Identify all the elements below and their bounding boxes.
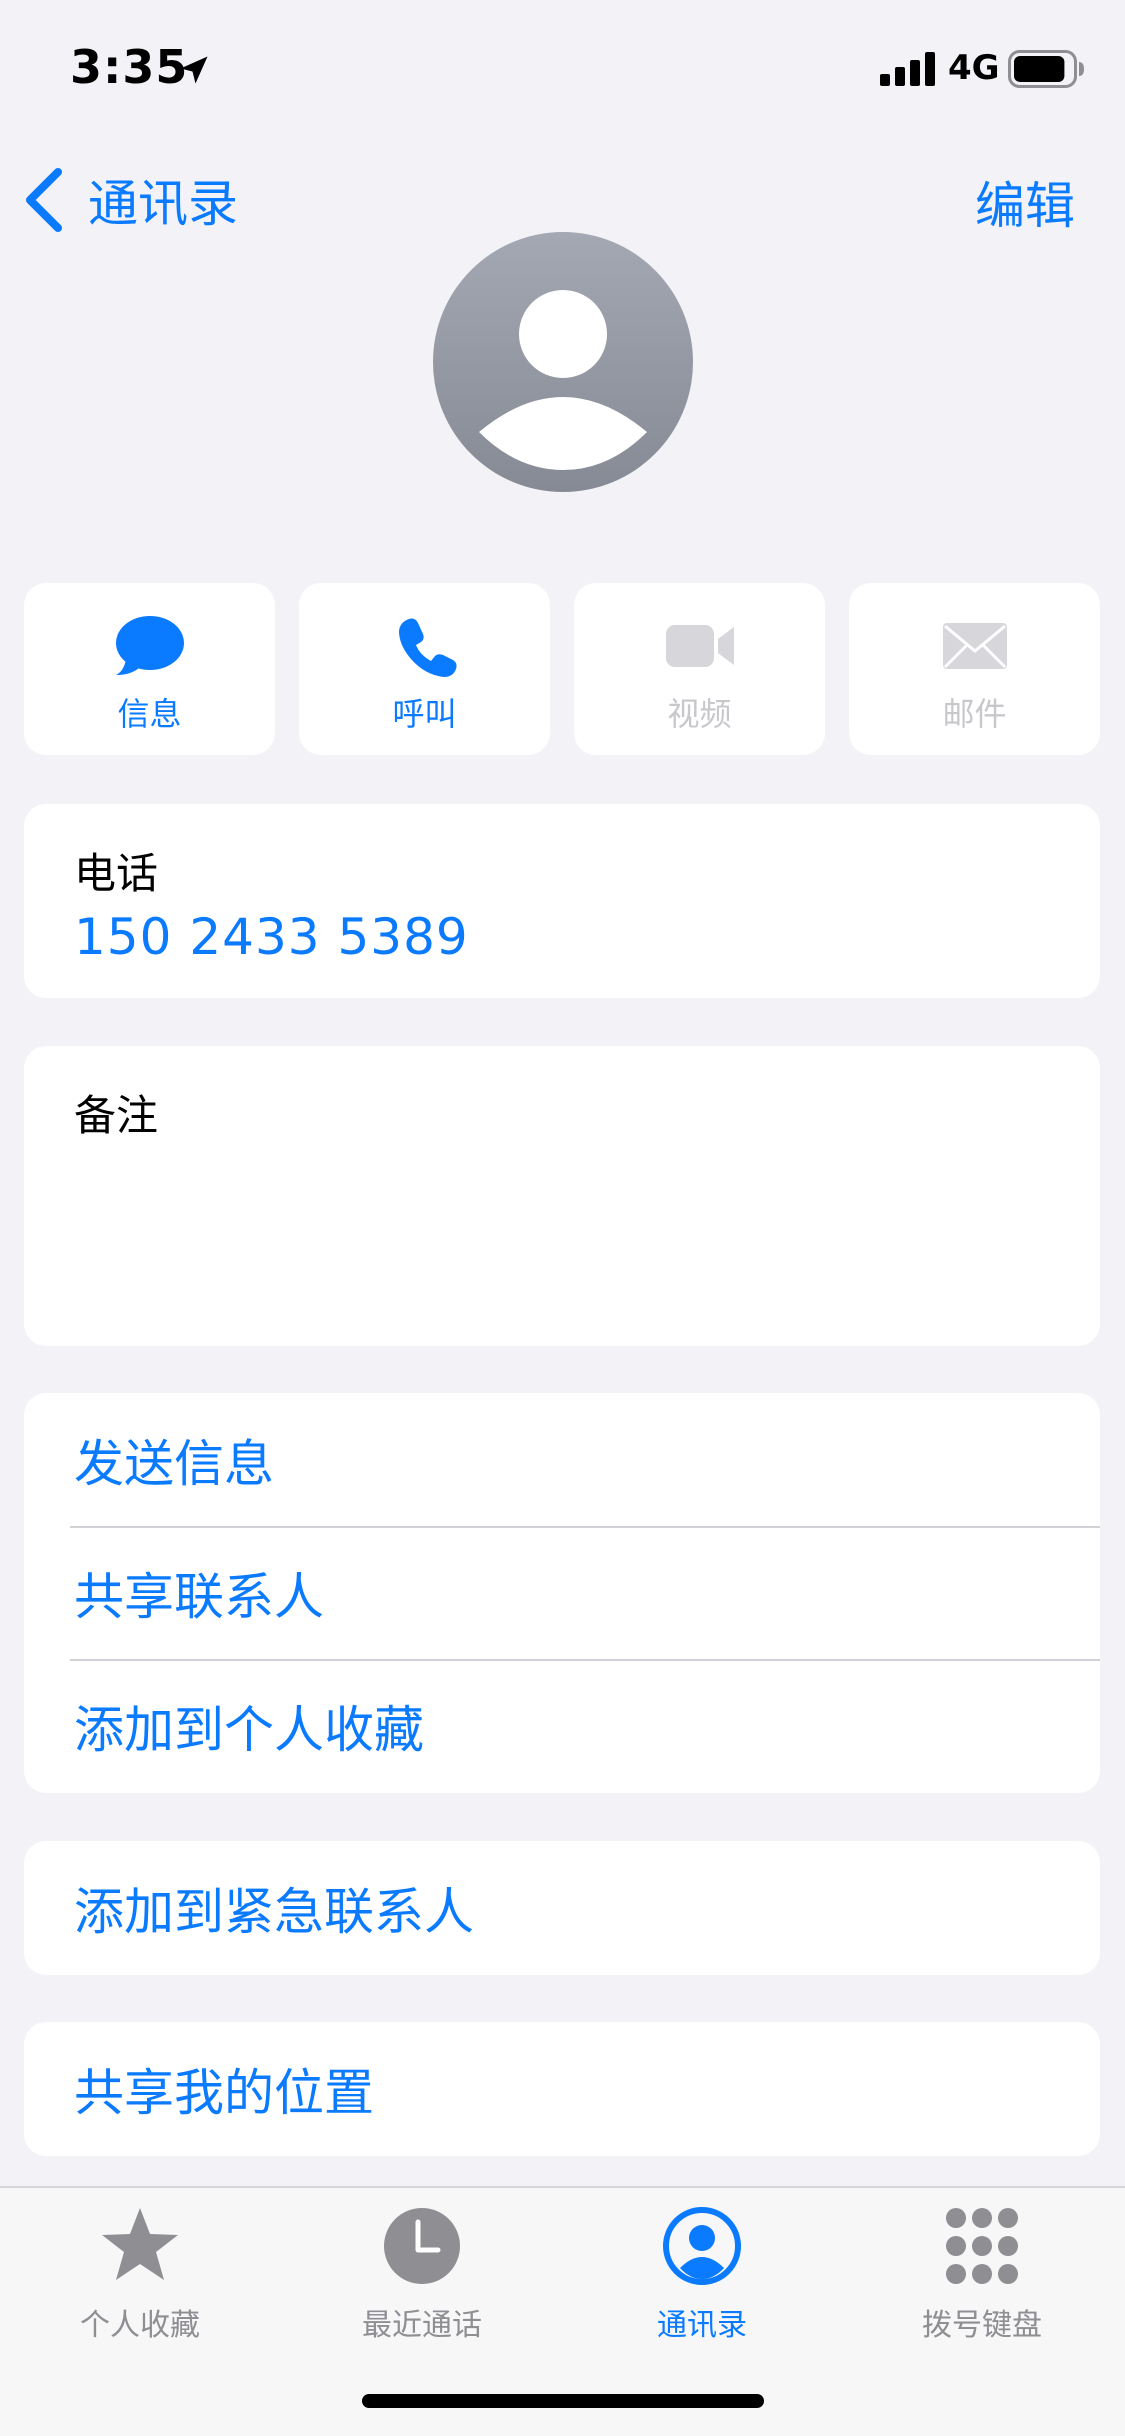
video-action-button[interactable]: 视频 xyxy=(574,583,825,755)
clock-icon xyxy=(384,2208,460,2284)
back-button[interactable]: 通讯录 xyxy=(22,160,238,240)
status-bar: 3:35 4G xyxy=(0,0,1125,140)
quick-actions: 信息 呼叫 视频 邮件 xyxy=(24,583,1100,755)
phone-label: 电话 xyxy=(74,849,159,898)
notes-label: 备注 xyxy=(74,1091,159,1140)
back-label: 通讯录 xyxy=(88,175,238,233)
tab-contacts-label: 通讯录 xyxy=(657,2308,747,2343)
message-action-label: 信息 xyxy=(117,695,182,733)
contact-actions-list: 发送信息 共享联系人 添加到个人收藏 xyxy=(24,1393,1100,1793)
phone-card[interactable]: 电话 150 2433 5389 xyxy=(24,804,1100,998)
tab-favorites-label: 个人收藏 xyxy=(80,2308,200,2343)
phone-number[interactable]: 150 2433 5389 xyxy=(74,908,469,966)
network-type: 4G xyxy=(948,48,1000,88)
mail-icon xyxy=(942,623,1007,669)
cellular-signal-icon xyxy=(880,52,935,86)
notes-card[interactable]: 备注 xyxy=(24,1046,1100,1346)
message-action-button[interactable]: 信息 xyxy=(24,583,275,755)
contact-icon xyxy=(663,2207,741,2285)
phone-icon xyxy=(398,618,457,677)
location-arrow-icon xyxy=(180,56,208,84)
message-bubble-icon xyxy=(115,616,184,675)
status-time: 3:35 xyxy=(70,40,189,94)
send-message-row[interactable]: 发送信息 xyxy=(24,1393,1100,1526)
video-icon xyxy=(665,625,734,667)
add-to-favorites-row[interactable]: 添加到个人收藏 xyxy=(24,1659,1100,1792)
mail-action-button[interactable]: 邮件 xyxy=(849,583,1100,755)
star-icon xyxy=(102,2208,178,2280)
call-action-button[interactable]: 呼叫 xyxy=(299,583,550,755)
call-action-label: 呼叫 xyxy=(392,695,457,733)
tab-recents[interactable]: 最近通话 xyxy=(322,2204,522,2344)
share-location-button[interactable]: 共享我的位置 xyxy=(24,2022,1100,2156)
chevron-left-icon xyxy=(26,168,62,232)
tab-keypad-label: 拨号键盘 xyxy=(922,2308,1042,2343)
tab-keypad[interactable]: 拨号键盘 xyxy=(882,2204,1082,2344)
home-indicator xyxy=(362,2394,764,2408)
person-silhouette-icon xyxy=(433,232,693,492)
keypad-icon xyxy=(946,2208,1018,2284)
video-action-label: 视频 xyxy=(667,695,732,733)
add-emergency-contact-button[interactable]: 添加到紧急联系人 xyxy=(24,1841,1100,1975)
tab-favorites[interactable]: 个人收藏 xyxy=(40,2204,240,2344)
battery-icon xyxy=(1008,50,1084,88)
contact-avatar xyxy=(433,232,693,492)
mail-action-label: 邮件 xyxy=(942,695,1007,733)
share-contact-row[interactable]: 共享联系人 xyxy=(24,1526,1100,1659)
tab-recents-label: 最近通话 xyxy=(362,2308,482,2343)
edit-button[interactable]: 编辑 xyxy=(975,166,1075,238)
tab-contacts[interactable]: 通讯录 xyxy=(602,2204,802,2344)
